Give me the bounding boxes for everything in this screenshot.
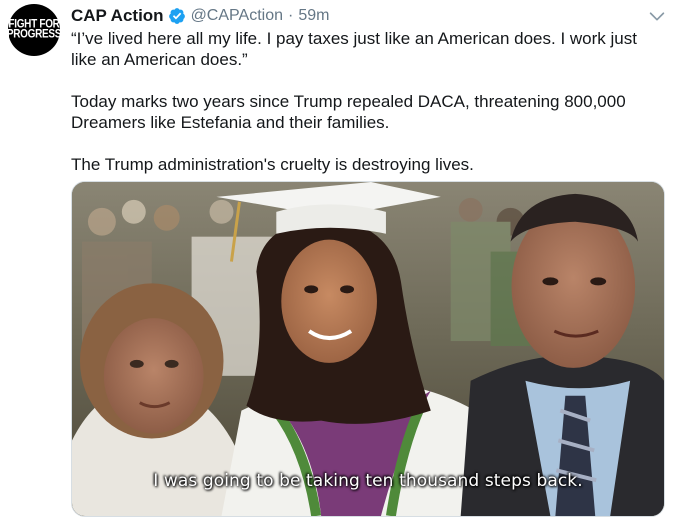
user-handle[interactable]: @CAPAction xyxy=(191,7,283,25)
separator-dot: · xyxy=(287,7,294,24)
verified-badge-icon xyxy=(168,8,185,24)
tweet-paragraph: Today marks two years since Trump repeal… xyxy=(71,92,626,132)
video-caption: I was going to be taking ten thousand st… xyxy=(153,471,583,491)
tweet-paragraph: “I’ve lived here all my life. I pay taxe… xyxy=(71,29,637,69)
timestamp[interactable]: 59m xyxy=(298,7,329,25)
tweet-paragraph: The Trump administration's cruelty is de… xyxy=(71,155,474,174)
tweet-media-video[interactable]: I was going to be taking ten thousand st… xyxy=(71,181,665,517)
avatar[interactable]: FIGHT FOR PROGRESS xyxy=(6,4,62,56)
tweet-header: CAP Action @CAPAction · 59m xyxy=(71,5,329,27)
video-frame-image xyxy=(72,182,664,516)
chevron-down-icon[interactable] xyxy=(646,5,668,27)
avatar-text-line2: PROGRESS xyxy=(6,28,62,41)
tweet-text: “I’ve lived here all my life. I pay taxe… xyxy=(71,28,661,175)
display-name[interactable]: CAP Action xyxy=(71,6,164,26)
